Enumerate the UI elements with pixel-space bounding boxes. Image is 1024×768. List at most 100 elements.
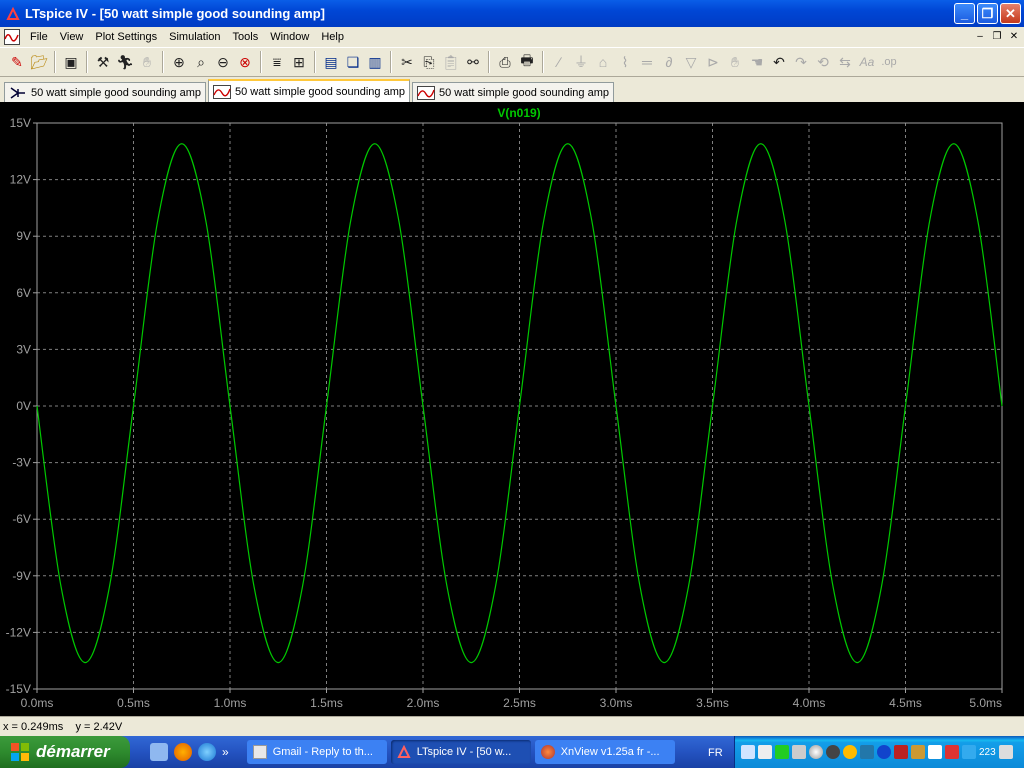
autorange-icon[interactable]: ⩸ [266, 51, 288, 73]
hand-icon[interactable] [928, 745, 942, 759]
zoom-out-icon[interactable]: ⊖ [212, 51, 234, 73]
find-icon[interactable]: ⚯ [462, 51, 484, 73]
mdi-minimize-button[interactable]: – [972, 29, 988, 43]
messenger-icon[interactable] [843, 745, 857, 759]
tab-label: 50 watt simple good sounding amp [439, 86, 609, 99]
system-tray: 223 [734, 736, 1024, 768]
display-icon[interactable] [758, 745, 772, 759]
halt-icon[interactable]: ✋︎ [136, 51, 158, 73]
cursor-readout: x = 0.249ms y = 2.42V [3, 720, 123, 733]
y-tick-label: -6V [12, 512, 31, 526]
menu-window[interactable]: Window [264, 31, 315, 43]
drag-icon[interactable]: ☚ [746, 51, 768, 73]
wire-icon[interactable]: ∕ [548, 51, 570, 73]
toolbar: ✎ 📂︎ ▣ ⚒ 🏃︎ ✋︎ ⊕ ⌕ ⊖ ⊗ ⩸ ⊞ ▤ ❏ ▥ ✂ ⎘ 📋︎ … [0, 47, 1024, 77]
menu-view[interactable]: View [54, 31, 90, 43]
mdi-restore-button[interactable]: ❐ [989, 29, 1005, 43]
taskbar-item-ltspice[interactable]: LTspice IV - [50 w... [390, 740, 531, 764]
usb-icon[interactable] [792, 745, 806, 759]
cascade-icon[interactable]: ❏ [342, 51, 364, 73]
tab-schematic[interactable]: 50 watt simple good sounding amp [4, 82, 206, 102]
green-app-icon[interactable] [775, 745, 789, 759]
task-label: LTspice IV - [50 w... [416, 746, 512, 758]
print-setup-icon[interactable]: ⎙ [494, 51, 516, 73]
internet-explorer-icon[interactable] [198, 743, 216, 761]
menu-plot-settings[interactable]: Plot Settings [89, 31, 163, 43]
zoom-in-icon[interactable]: ⊕ [168, 51, 190, 73]
move-icon[interactable]: ✋︎ [724, 51, 746, 73]
open-icon[interactable]: 📂︎ [28, 51, 50, 73]
minimize-button[interactable]: _ [954, 3, 975, 24]
x-tick-label: 0.5ms [117, 696, 150, 710]
restore-button[interactable]: ❐ [977, 3, 998, 24]
menu-tools[interactable]: Tools [227, 31, 265, 43]
network-icon[interactable] [741, 745, 755, 759]
diode-icon[interactable]: ▽ [680, 51, 702, 73]
component-icon[interactable]: ⊳ [702, 51, 724, 73]
ground-icon[interactable]: ⏚ [570, 51, 592, 73]
resistor-icon[interactable]: ⌇ [614, 51, 636, 73]
firefox-icon[interactable] [174, 743, 192, 761]
menu-simulation[interactable]: Simulation [163, 31, 226, 43]
window-controls: _ ❐ ✕ [954, 3, 1021, 24]
save-icon[interactable]: ▣ [60, 51, 82, 73]
tab-waveform-active[interactable]: 50 watt simple good sounding amp [208, 79, 410, 102]
rotate-icon[interactable]: ⟲ [812, 51, 834, 73]
run-icon[interactable]: 🏃︎ [114, 51, 136, 73]
paste-icon[interactable]: 📋︎ [440, 51, 462, 73]
show-desktop-icon[interactable] [150, 743, 168, 761]
mirror-icon[interactable]: ⇆ [834, 51, 856, 73]
spice-directive-icon[interactable]: .op [878, 51, 900, 73]
redo-icon[interactable]: ↷ [790, 51, 812, 73]
taskbar-item-xnview[interactable]: XnView v1.25a fr -... [534, 740, 675, 764]
capacitor-icon[interactable]: ═ [636, 51, 658, 73]
blue-app-icon[interactable] [877, 745, 891, 759]
x-tick-label: 0.0ms [21, 696, 54, 710]
copy-icon[interactable]: ⎘ [418, 51, 440, 73]
y-tick-label: 3V [16, 342, 31, 356]
disc-icon[interactable] [809, 745, 823, 759]
wrench-icon[interactable] [962, 745, 976, 759]
x-tick-label: 3.0ms [600, 696, 633, 710]
tab-waveform[interactable]: 50 watt simple good sounding amp [412, 82, 614, 102]
x-tick-label: 2.5ms [503, 696, 536, 710]
tools-icon[interactable] [911, 745, 925, 759]
zoom-fit-icon[interactable]: ⊞ [288, 51, 310, 73]
waveform-doc-icon[interactable] [4, 28, 20, 45]
trace-label[interactable]: V(n019) [497, 106, 540, 120]
language-indicator[interactable]: FR [708, 747, 723, 759]
clock-app-icon[interactable] [826, 745, 840, 759]
waveform-chart[interactable]: 15V 12V 9V 6V 3V 0V -3V -6V -9V -12V -15V 0.0ms 0.5… [0, 102, 1024, 716]
text-icon[interactable]: Aa [856, 51, 878, 73]
task-label: Gmail - Reply to th... [272, 746, 373, 758]
ltspice-app-icon[interactable] [5, 6, 21, 22]
antivirus-icon[interactable] [894, 745, 908, 759]
cut-icon[interactable]: ✂ [396, 51, 418, 73]
task-label: XnView v1.25a fr -... [560, 746, 660, 758]
waveform-plot-pane[interactable]: 15V 12V 9V 6V 3V 0V -3V -6V -9V -12V -15V 0.0ms 0.5… [0, 102, 1024, 716]
close-button[interactable]: ✕ [1000, 3, 1021, 24]
zoom-area-icon[interactable]: ⌕ [190, 51, 212, 73]
menu-help[interactable]: Help [315, 31, 350, 43]
more-quicklaunch-icon[interactable]: » [222, 745, 229, 759]
tile-horizontal-icon[interactable]: ▤ [320, 51, 342, 73]
menu-file[interactable]: File [24, 31, 54, 43]
volume-icon[interactable] [998, 745, 1013, 759]
mdi-close-button[interactable]: ✕ [1006, 29, 1022, 43]
y-tick-label: -12V [6, 625, 31, 639]
title-bar: LTspice IV - [50 watt simple good soundi… [0, 0, 1024, 27]
undo-icon[interactable]: ↶ [768, 51, 790, 73]
shield-icon[interactable] [945, 745, 959, 759]
chat-icon[interactable] [860, 745, 874, 759]
waveform-icon [213, 84, 231, 99]
schematic-icon [9, 86, 27, 100]
inductor-icon[interactable]: ∂ [658, 51, 680, 73]
zoom-cancel-icon[interactable]: ⊗ [234, 51, 256, 73]
print-icon[interactable]: 🖶︎ [516, 51, 538, 73]
start-button[interactable]: démarrer [0, 736, 130, 768]
tile-vertical-icon[interactable]: ▥ [364, 51, 386, 73]
taskbar-item-gmail[interactable]: Gmail - Reply to th... [246, 740, 387, 764]
label-icon[interactable]: ⌂ [592, 51, 614, 73]
new-schematic-icon[interactable]: ✎ [6, 51, 28, 73]
control-panel-icon[interactable]: ⚒ [92, 51, 114, 73]
